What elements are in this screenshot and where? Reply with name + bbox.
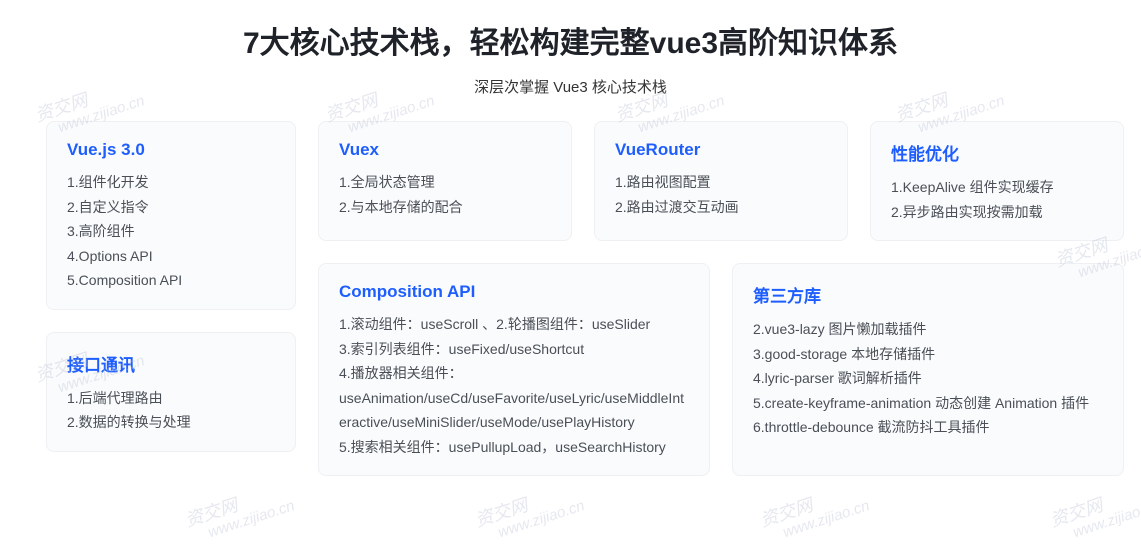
list-item: 3.good-storage 本地存储插件: [753, 342, 1103, 367]
list-item: 6.throttle-debounce 截流防抖工具插件: [753, 415, 1103, 440]
card-list-composition: 1.滚动组件：useScroll 、2.轮播图组件：useSlider 3.索引…: [339, 312, 689, 459]
watermark-text: 资交网: [1048, 495, 1106, 531]
list-item: 1.KeepAlive 组件实现缓存: [891, 175, 1103, 200]
page-title: 7大核心技术栈，轻松构建完整vue3高阶知识体系: [0, 18, 1141, 62]
card-list-api-comm: 1.后端代理路由 2.数据的转换与处理: [67, 386, 275, 435]
list-item: 1.后端代理路由: [67, 386, 275, 411]
card-thirdparty: 第三方库 2.vue3-lazy 图片懒加载插件 3.good-storage …: [732, 263, 1124, 476]
list-item: 1.路由视图配置: [615, 170, 827, 195]
watermark-url: www.zijiao.cn: [1071, 497, 1141, 541]
bottom-right-row: Composition API 1.滚动组件：useScroll 、2.轮播图组…: [318, 263, 1124, 476]
card-perf: 性能优化 1.KeepAlive 组件实现缓存 2.异步路由实现按需加载: [870, 121, 1124, 241]
card-title-vuerouter: VueRouter: [615, 140, 827, 160]
list-item: 3.高阶组件: [67, 219, 275, 244]
watermark: 资交网 www.zijiao.cn: [1046, 474, 1141, 546]
watermark-text: 资交网: [758, 495, 816, 531]
card-list-vuex: 1.全局状态管理 2.与本地存储的配合: [339, 170, 551, 219]
list-item: 5.搜索相关组件：usePullupLoad，useSearchHistory: [339, 435, 689, 460]
card-list-vuejs: 1.组件化开发 2.自定义指令 3.高阶组件 4.Options API 5.C…: [67, 170, 275, 293]
list-item: 4.播放器相关组件：useAnimation/useCd/useFavorite…: [339, 361, 689, 435]
card-title-thirdparty: 第三方库: [753, 282, 1103, 307]
page-subtitle: 深层次掌握 Vue3 核心技术栈: [0, 76, 1141, 97]
watermark-url: www.zijiao.cn: [206, 497, 297, 541]
card-vuex: Vuex 1.全局状态管理 2.与本地存储的配合: [318, 121, 572, 241]
left-column: Vue.js 3.0 1.组件化开发 2.自定义指令 3.高阶组件 4.Opti…: [46, 121, 296, 476]
list-item: 1.组件化开发: [67, 170, 275, 195]
card-title-api-comm: 接口通讯: [67, 351, 275, 376]
list-item: 3.索引列表组件：useFixed/useShortcut: [339, 337, 689, 362]
list-item: 2.自定义指令: [67, 195, 275, 220]
card-title-vuejs: Vue.js 3.0: [67, 140, 275, 160]
card-title-vuex: Vuex: [339, 140, 551, 160]
card-title-perf: 性能优化: [891, 140, 1103, 165]
watermark-text: 资交网: [183, 495, 241, 531]
list-item: 2.与本地存储的配合: [339, 195, 551, 220]
watermark-url: www.zijiao.cn: [781, 497, 872, 541]
card-list-thirdparty: 2.vue3-lazy 图片懒加载插件 3.good-storage 本地存储插…: [753, 317, 1103, 440]
card-vuerouter: VueRouter 1.路由视图配置 2.路由过渡交互动画: [594, 121, 848, 241]
card-composition: Composition API 1.滚动组件：useScroll 、2.轮播图组…: [318, 263, 710, 476]
list-item: 2.vue3-lazy 图片懒加载插件: [753, 317, 1103, 342]
watermark-url: www.zijiao.cn: [496, 497, 587, 541]
card-vuejs: Vue.js 3.0 1.组件化开发 2.自定义指令 3.高阶组件 4.Opti…: [46, 121, 296, 310]
page-header: 7大核心技术栈，轻松构建完整vue3高阶知识体系 深层次掌握 Vue3 核心技术…: [0, 0, 1141, 97]
cards-grid: Vue.js 3.0 1.组件化开发 2.自定义指令 3.高阶组件 4.Opti…: [0, 97, 1141, 476]
list-item: 1.滚动组件：useScroll 、2.轮播图组件：useSlider: [339, 312, 689, 337]
card-list-perf: 1.KeepAlive 组件实现缓存 2.异步路由实现按需加载: [891, 175, 1103, 224]
list-item: 1.全局状态管理: [339, 170, 551, 195]
watermark: 资交网 www.zijiao.cn: [181, 474, 296, 546]
top-right-row: Vuex 1.全局状态管理 2.与本地存储的配合 VueRouter 1.路由视…: [318, 121, 1124, 241]
list-item: 4.Options API: [67, 244, 275, 269]
watermark: 资交网 www.zijiao.cn: [756, 474, 871, 546]
card-title-composition: Composition API: [339, 282, 689, 302]
watermark-text: 资交网: [473, 495, 531, 531]
card-api-comm: 接口通讯 1.后端代理路由 2.数据的转换与处理: [46, 332, 296, 452]
card-list-vuerouter: 1.路由视图配置 2.路由过渡交互动画: [615, 170, 827, 219]
list-item: 2.异步路由实现按需加载: [891, 200, 1103, 225]
list-item: 2.路由过渡交互动画: [615, 195, 827, 220]
list-item: 5.create-keyframe-animation 动态创建 Animati…: [753, 391, 1103, 416]
watermark: 资交网 www.zijiao.cn: [471, 474, 586, 546]
list-item: 4.lyric-parser 歌词解析插件: [753, 366, 1103, 391]
list-item: 2.数据的转换与处理: [67, 410, 275, 435]
list-item: 5.Composition API: [67, 268, 275, 293]
